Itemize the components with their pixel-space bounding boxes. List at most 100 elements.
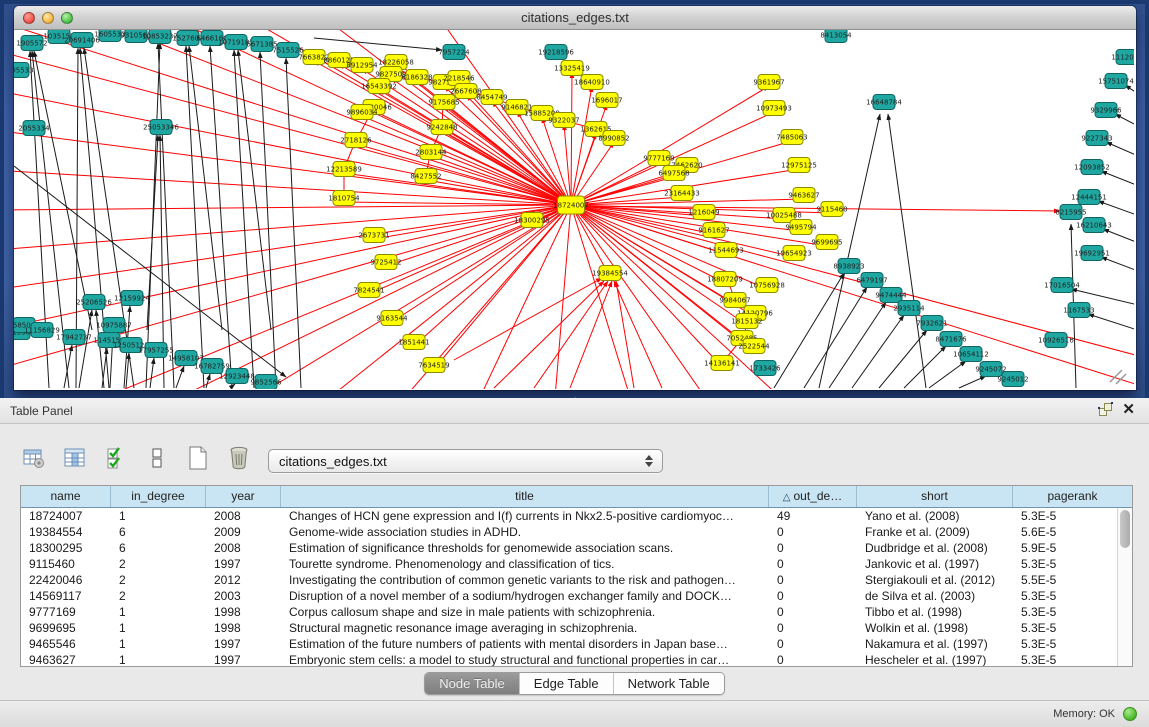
table-header-row: namein_degreeyeartitle△out_de…shortpager… (21, 486, 1132, 508)
tab-node-table[interactable]: Node Table (425, 673, 519, 694)
network-window: citations_edges.txt 19055721035157206914… (14, 6, 1136, 390)
table-selector-dropdown[interactable]: citations_edges.txt (268, 449, 663, 473)
graph-node-label: 10025488 (766, 212, 802, 220)
memory-ok-indicator (1123, 707, 1137, 721)
graph-node-label: 8413054 (820, 32, 852, 40)
table-row[interactable]: 1830029562008Estimation of significance … (21, 540, 1117, 556)
graph-node-label: 10654112 (953, 351, 989, 359)
graph-edge (176, 366, 184, 388)
create-table-icon[interactable] (184, 444, 212, 472)
table-cell: 0 (769, 524, 857, 540)
select-rows-icon[interactable] (102, 444, 130, 472)
float-panel-icon[interactable] (1099, 403, 1112, 416)
column-header-out_de[interactable]: △out_de… (769, 486, 857, 507)
table-cell: 5.3E-5 (1013, 652, 1117, 666)
table-panel: ⌃ Table Panel ✕ (0, 398, 1149, 727)
table-cell: 18724007 (21, 508, 111, 524)
table-cell: 5.9E-5 (1013, 540, 1117, 556)
table-row[interactable]: 1938455462009Genome-wide association stu… (21, 524, 1117, 540)
scrollbar-thumb[interactable] (1120, 510, 1130, 548)
graph-edge (1103, 229, 1134, 251)
table-cell: Disruption of a novel member of a sodium… (281, 588, 769, 604)
table-cell: 1 (111, 604, 206, 620)
table-options-icon[interactable] (20, 444, 48, 472)
vertical-scrollbar[interactable] (1117, 508, 1132, 666)
graph-node-label: 14136141 (704, 360, 740, 368)
column-header-pagerank[interactable]: pagerank (1013, 486, 1132, 507)
graph-edge (929, 361, 966, 388)
graph-node-label: 16210643 (1076, 222, 1112, 230)
graph-node-label: 9725412 (370, 259, 401, 267)
graph-node-label: 9245072 (975, 366, 1006, 374)
window-titlebar[interactable]: citations_edges.txt (14, 6, 1136, 30)
graph-node-label: 8215955 (1055, 209, 1086, 217)
network-svg[interactable]: 1905572103515720691406160553393105631085… (14, 30, 1134, 389)
graph-edge (571, 86, 592, 205)
column-header-title[interactable]: title (281, 486, 769, 507)
table-row[interactable]: 946362711997Embryonic stem cells: a mode… (21, 652, 1117, 666)
table-row[interactable]: 2242004622012Investigating the contribut… (21, 572, 1117, 588)
close-panel-icon[interactable]: ✕ (1122, 403, 1135, 416)
graph-node-label: 1810754 (328, 195, 360, 203)
graph-edge (852, 315, 904, 388)
graph-node-label: 10975887 (96, 322, 132, 330)
network-view[interactable]: 1905572103515720691406160553393105631085… (14, 30, 1134, 389)
graph-node-label: 1815132 (731, 318, 762, 326)
table-row[interactable]: 969969511998Structural magnetic resonanc… (21, 620, 1117, 636)
graph-edge (879, 330, 927, 388)
graph-node-label: 25053346 (143, 124, 179, 132)
table-cell: Estimation of significance thresholds fo… (281, 540, 769, 556)
tab-edge-table[interactable]: Edge Table (519, 673, 613, 694)
column-header-name[interactable]: name (21, 486, 111, 507)
window-title: citations_edges.txt (14, 10, 1136, 25)
table-row[interactable]: 1872400712008Changes of HCN gene express… (21, 508, 1117, 524)
graph-node-label: 10926516 (1038, 337, 1074, 345)
graph-node-label: 2718126 (340, 137, 372, 145)
graph-node-label: 18724007 (553, 202, 589, 210)
table-row[interactable]: 946554611997Estimation of the future num… (21, 636, 1117, 652)
graph-node-label: 7824541 (353, 287, 384, 295)
graph-node-label: 9175685 (428, 99, 459, 107)
tab-network-table[interactable]: Network Table (613, 673, 724, 694)
graph-node-label: 8990852 (598, 135, 629, 143)
graph-edge (102, 348, 107, 388)
table-cell: 1998 (206, 620, 281, 636)
table-cell: 14569117 (21, 588, 111, 604)
graph-node-label: 9852566 (250, 379, 282, 387)
table-row[interactable]: 1456911722003Disruption of a novel membe… (21, 588, 1117, 604)
table-cell: Wolkin et al. (1998) (857, 620, 1013, 636)
delete-table-icon[interactable] (225, 444, 253, 472)
table-cell: 1997 (206, 652, 281, 666)
table-panel-header: Table Panel ✕ (0, 398, 1149, 424)
table-cell: 5.3E-5 (1013, 636, 1117, 652)
table-cell: 0 (769, 620, 857, 636)
graph-edge (571, 205, 1134, 389)
table-row[interactable]: 977716911998Corpus callosum shape and si… (21, 604, 1117, 620)
show-columns-icon[interactable] (61, 444, 89, 472)
graph-edge (230, 384, 235, 388)
table-row[interactable]: 911546021997Tourette syndrome. Phenomeno… (21, 556, 1117, 572)
attribute-table: namein_degreeyeartitle△out_de…shortpager… (20, 485, 1133, 667)
table-cell: Franke et al. (2009) (857, 524, 1013, 540)
row-height-icon[interactable] (143, 444, 171, 472)
graph-edge (434, 205, 571, 369)
graph-node-label: 10756928 (749, 282, 785, 290)
table-cell: 1 (111, 508, 206, 524)
table-cell: 2012 (206, 572, 281, 588)
graph-node-label: 9161627 (698, 227, 729, 235)
graph-node-label: 9495794 (785, 224, 817, 232)
column-header-year[interactable]: year (206, 486, 281, 507)
table-cell: 1997 (206, 636, 281, 652)
graph-node-label: 9463627 (788, 192, 819, 200)
table-cell: 0 (769, 572, 857, 588)
graph-node-label: 10973493 (756, 105, 792, 113)
table-cell: Stergiakouli et al. (2012) (857, 572, 1013, 588)
graph-node-label: 7957224 (438, 49, 470, 57)
column-header-in_degree[interactable]: in_degree (111, 486, 206, 507)
table-cell: 9115460 (21, 556, 111, 572)
graph-node-label: 16543392 (361, 83, 397, 91)
column-header-short[interactable]: short (857, 486, 1013, 507)
table-cell: 5.3E-5 (1013, 508, 1117, 524)
table-cell: 2003 (206, 588, 281, 604)
table-cell: 0 (769, 604, 857, 620)
